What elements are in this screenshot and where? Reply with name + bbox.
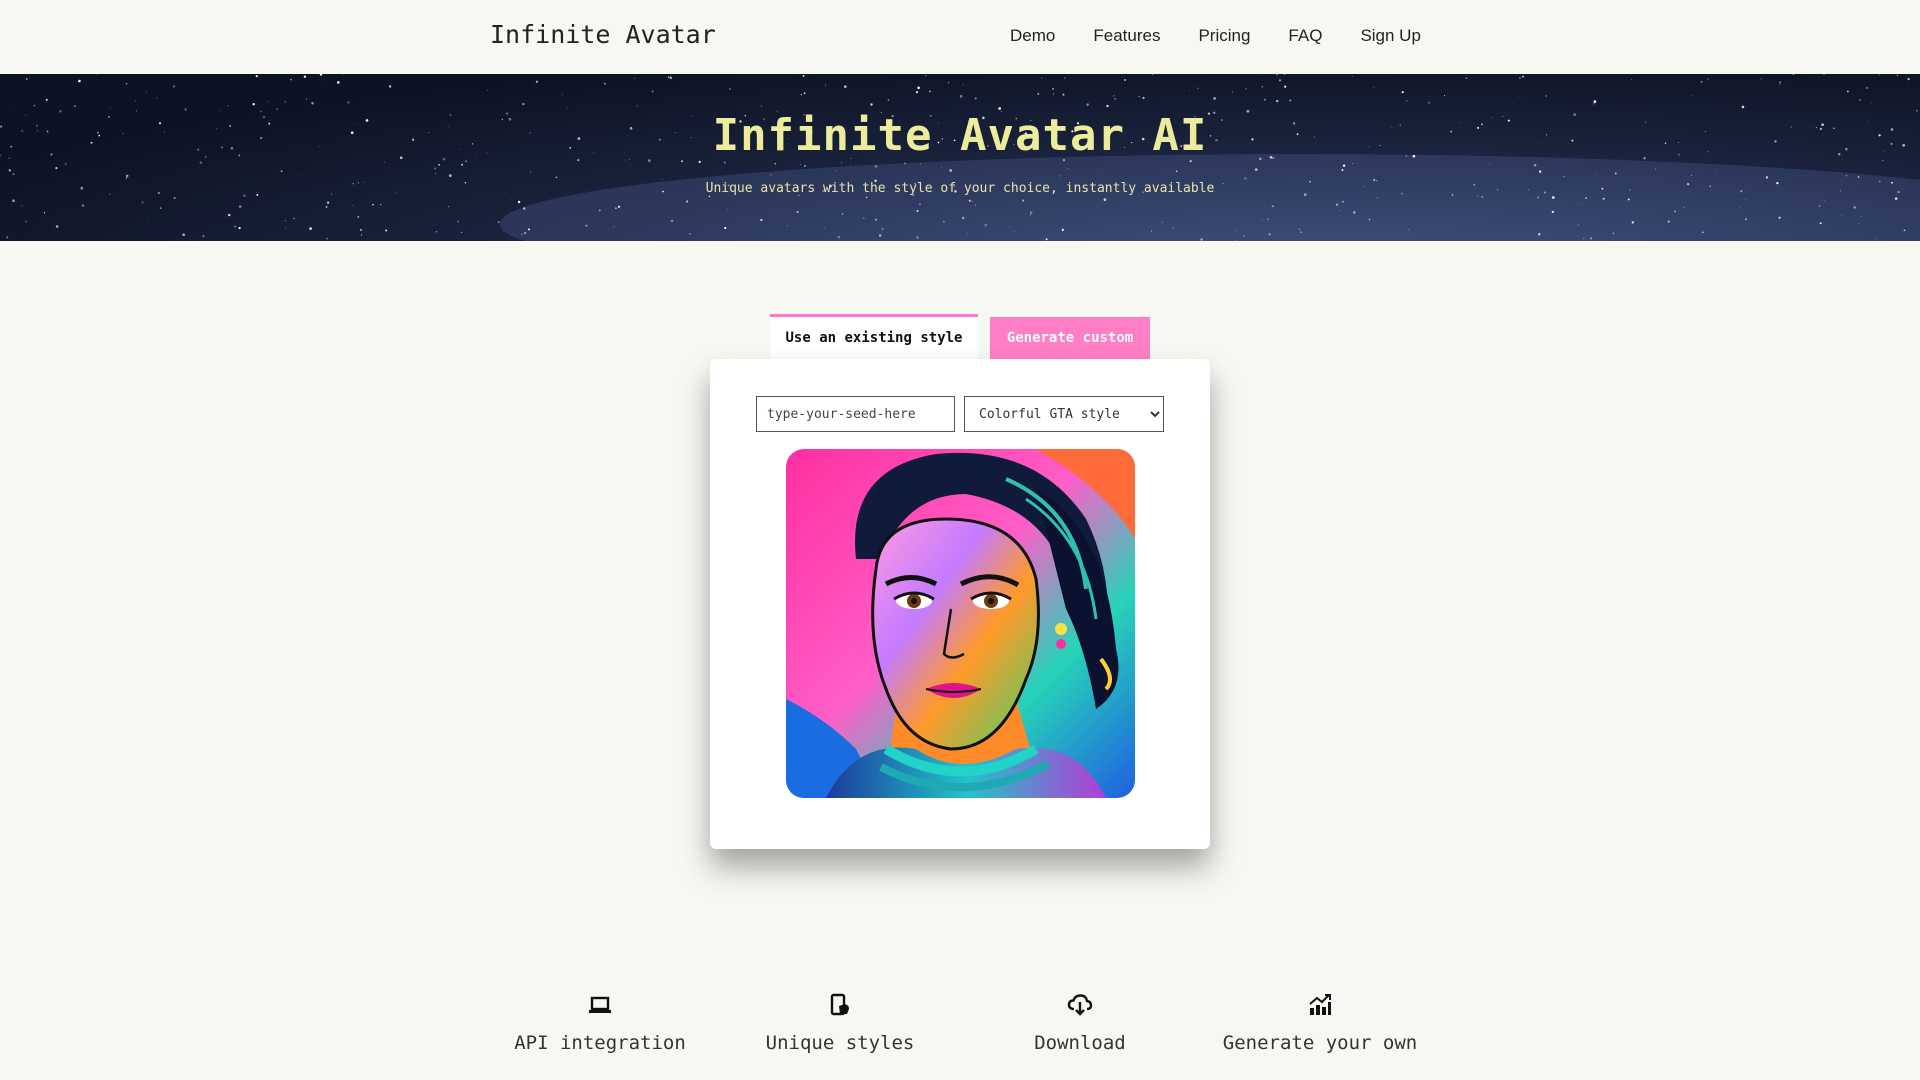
feature-download: Download xyxy=(965,992,1195,1054)
feature-label: API integration xyxy=(514,1032,686,1054)
style-select[interactable]: Colorful GTA style xyxy=(964,396,1164,432)
generator-card: Colorful GTA style xyxy=(710,359,1210,849)
feature-label: Unique styles xyxy=(765,1032,915,1054)
feature-api-integration: API integration xyxy=(485,992,715,1054)
nav-link-features[interactable]: Features xyxy=(1093,26,1160,46)
hero-subtitle: Unique avatars with the style of your ch… xyxy=(705,181,1215,196)
feature-unique-styles: Unique styles xyxy=(725,992,955,1054)
feature-label: Generate your own xyxy=(1222,1032,1418,1054)
nav-links: Demo Features Pricing FAQ Sign Up xyxy=(1010,26,1459,46)
hero-banner: Infinite Avatar AI Unique avatars with t… xyxy=(0,74,1920,241)
tab-generate-custom[interactable]: Generate custom xyxy=(990,317,1150,359)
nav-link-demo[interactable]: Demo xyxy=(1010,26,1055,46)
brand-logo[interactable]: Infinite Avatar xyxy=(490,20,716,49)
tab-existing-style[interactable]: Use an existing style xyxy=(770,314,978,359)
seed-input[interactable] xyxy=(756,396,955,432)
avatar-image xyxy=(786,449,1135,798)
phone-hand-icon xyxy=(830,993,849,1016)
feature-label: Download xyxy=(1034,1032,1126,1054)
hero-title: Infinite Avatar AI xyxy=(712,110,1208,161)
feature-generate-your-own: Generate your own xyxy=(1205,992,1435,1054)
nav-link-sign-up[interactable]: Sign Up xyxy=(1360,26,1420,46)
nav-link-faq[interactable]: FAQ xyxy=(1288,26,1322,46)
cloud-download-icon xyxy=(1067,994,1093,1016)
chart-growth-icon xyxy=(1309,994,1331,1015)
navbar: Infinite Avatar Demo Features Pricing FA… xyxy=(0,0,1920,74)
laptop-icon xyxy=(589,996,611,1013)
generated-avatar-portrait xyxy=(786,449,1135,798)
nav-link-pricing[interactable]: Pricing xyxy=(1198,26,1250,46)
